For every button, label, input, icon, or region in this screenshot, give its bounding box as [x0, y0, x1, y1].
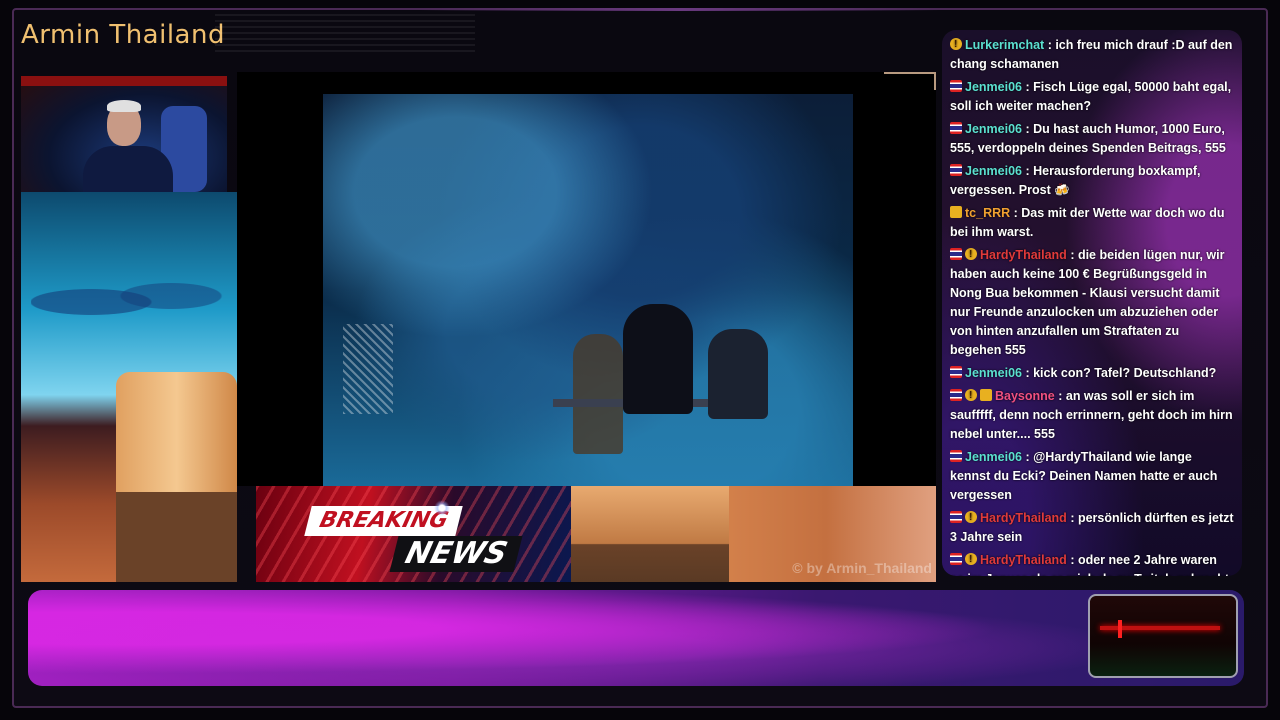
thai-flag-badge-icon: [950, 366, 962, 378]
video-figure-center: [623, 304, 693, 414]
bits-badge-icon: [950, 35, 962, 54]
thai-flag-badge-icon: [950, 389, 962, 401]
studio-backdrop-left: [21, 192, 237, 582]
chat-text: : die beiden lügen nur, wir haben auch k…: [950, 248, 1225, 357]
main-video[interactable]: [323, 94, 853, 486]
chat-message: Jenmei06 : Fisch Lüge egal, 50000 baht e…: [950, 78, 1234, 116]
webcam-person-body: [83, 146, 173, 192]
bits-badge-icon: [965, 245, 977, 264]
thai-flag-badge-icon: [950, 164, 962, 176]
secondary-camera-view: [1088, 594, 1238, 678]
webcam-background: [21, 76, 227, 86]
thai-flag-badge-icon: [950, 80, 962, 92]
video-grid-texture: [343, 324, 393, 414]
thai-flag-badge-icon: [950, 511, 962, 523]
studio-desk-base: [116, 492, 237, 582]
chat-username[interactable]: tc_RRR: [965, 206, 1010, 220]
bottom-info-bar: [28, 590, 1244, 686]
chat-username[interactable]: Lurkerimchat: [965, 38, 1044, 52]
chat-username[interactable]: HardyThailand: [980, 553, 1067, 567]
chat-panel[interactable]: Lurkerimchat : ich freu mich drauf :D au…: [942, 30, 1242, 576]
chat-message: tc_RRR : Das mit der Wette war doch wo d…: [950, 204, 1234, 242]
red-light-dot: [1118, 620, 1122, 638]
chat-username[interactable]: Baysonne: [995, 389, 1055, 403]
webcam-view: [21, 76, 227, 192]
chat-message: Jenmei06 : Herausforderung boxkampf, ver…: [950, 162, 1234, 200]
chat-message: HardyThailand : die beiden lügen nur, wi…: [950, 245, 1234, 360]
chat-message: HardyThailand : oder nee 2 Jahre waren e…: [950, 550, 1234, 576]
video-figure-right: [708, 329, 768, 419]
chat-text: : kick con? Tafel? Deutschland?: [1025, 366, 1217, 380]
chat-message: Jenmei06 : kick con? Tafel? Deutschland?: [950, 364, 1234, 383]
gift-badge-icon: [980, 389, 992, 401]
title-decoration: [215, 14, 475, 54]
gift-badge-icon: [950, 206, 962, 218]
chat-username[interactable]: HardyThailand: [980, 511, 1067, 525]
thai-flag-badge-icon: [950, 553, 962, 565]
chat-message: Jenmei06 : Du hast auch Humor, 1000 Euro…: [950, 120, 1234, 158]
lens-flare-icon: [434, 500, 450, 516]
studio-desk-bottom: [571, 486, 729, 582]
watermark: © by Armin_Thailand: [792, 560, 932, 576]
thai-flag-badge-icon: [950, 248, 962, 260]
world-map-graphic: [31, 272, 231, 332]
thai-flag-badge-icon: [950, 450, 962, 462]
chat-message: Jenmei06 : @HardyThailand wie lange kenn…: [950, 448, 1234, 505]
chat-username[interactable]: Jenmei06: [965, 122, 1022, 136]
news-label: NEWS: [389, 536, 523, 572]
chat-username[interactable]: HardyThailand: [980, 248, 1067, 262]
breaking-news-banner: BREAKING NEWS: [256, 486, 571, 582]
main-video-frame[interactable]: [237, 72, 936, 486]
webcam-person-hair: [107, 100, 141, 112]
bits-badge-icon: [965, 386, 977, 405]
channel-title: Armin Thailand: [21, 20, 225, 50]
studio-backdrop-bottom: © by Armin_Thailand: [571, 486, 936, 582]
video-corner-bracket: [884, 72, 936, 90]
chat-username[interactable]: Jenmei06: [965, 450, 1022, 464]
bits-badge-icon: [965, 508, 977, 527]
chat-username[interactable]: Jenmei06: [965, 80, 1022, 94]
video-figure-left: [573, 334, 623, 454]
chat-text: : an was soll er sich im saufffff, denn …: [950, 389, 1233, 441]
chat-message: Baysonne : an was soll er sich im saufff…: [950, 386, 1234, 444]
thai-flag-badge-icon: [950, 122, 962, 134]
top-accent-line: [420, 8, 940, 11]
chat-username[interactable]: Jenmei06: [965, 164, 1022, 178]
chat-message: Lurkerimchat : ich freu mich drauf :D au…: [950, 35, 1234, 74]
bits-badge-icon: [965, 550, 977, 569]
chat-message: HardyThailand : persönlich dürften es je…: [950, 508, 1234, 547]
chat-username[interactable]: Jenmei06: [965, 366, 1022, 380]
